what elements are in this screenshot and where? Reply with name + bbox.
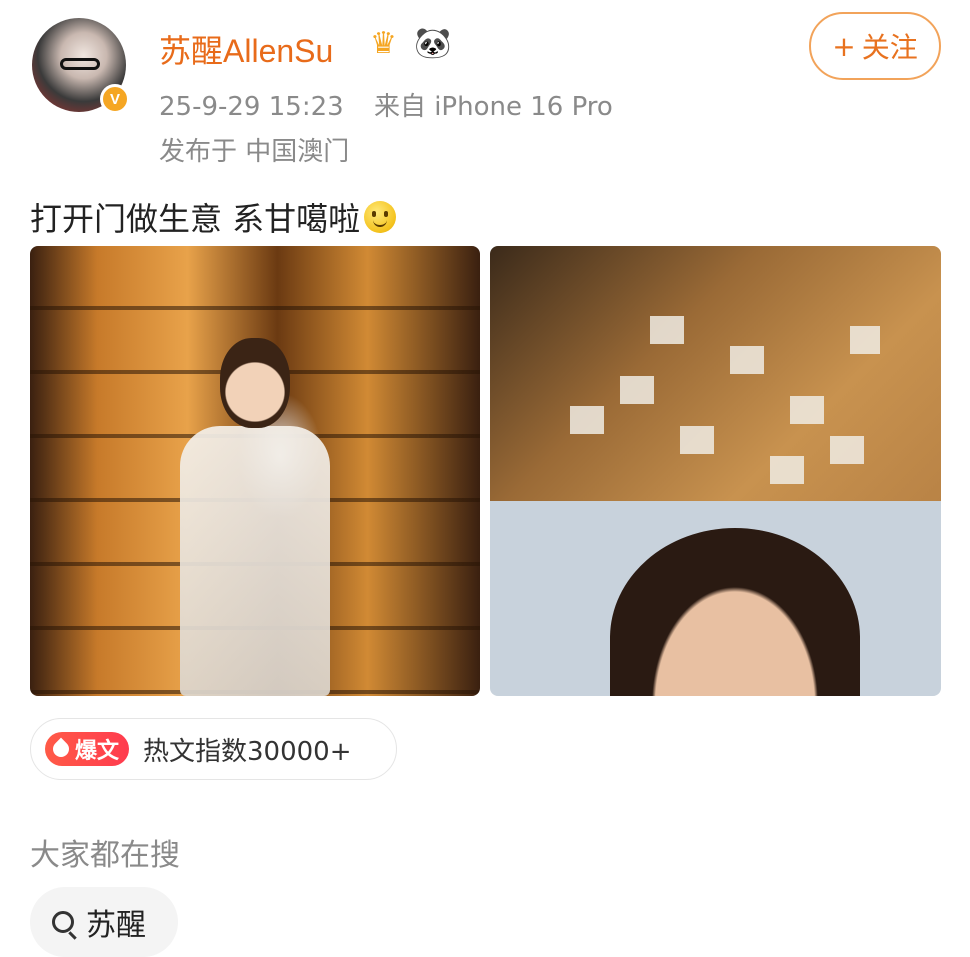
post-text: 打开门做生意 系甘噶啦 [30,200,361,238]
hot-tag-label: 爆文 [75,739,120,764]
post-time: 25-9-29 15:23 [159,92,344,122]
trending-search-chip[interactable]: 苏醒 [30,887,178,957]
hot-index-badge[interactable]: 爆文 热文指数30000+ [30,718,397,780]
crown-icon: ♛ [370,26,397,61]
plus-icon: + [832,29,856,63]
smile-emoji-icon [364,201,397,233]
search-icon [52,911,74,933]
flame-icon [51,739,71,759]
hot-index-text: 热文指数30000+ [143,736,352,767]
follow-button[interactable]: + 关注 [809,12,941,80]
trending-title: 大家都在搜 [30,838,180,873]
panda-icon: 🐼 [414,26,452,61]
verified-badge-icon: V [100,84,130,114]
post-location: 发布于 中国澳门 [159,137,350,167]
post-meta: 25-9-29 15:23 来自 iPhone 16 Pro [159,86,613,123]
polaroid-wall-selfie-photo[interactable] [490,246,941,696]
bar-counter-photo[interactable] [30,246,480,696]
trending-search-label: 苏醒 [86,908,146,943]
hot-tag: 爆文 [45,732,130,766]
post-source: 来自 iPhone 16 Pro [373,92,613,122]
follow-label: 关注 [861,31,918,64]
post-body: 打开门做生意 系甘噶啦 [30,194,397,240]
author-avatar[interactable]: V [32,18,130,114]
author-name[interactable]: 苏醒AllenSu [159,26,333,72]
